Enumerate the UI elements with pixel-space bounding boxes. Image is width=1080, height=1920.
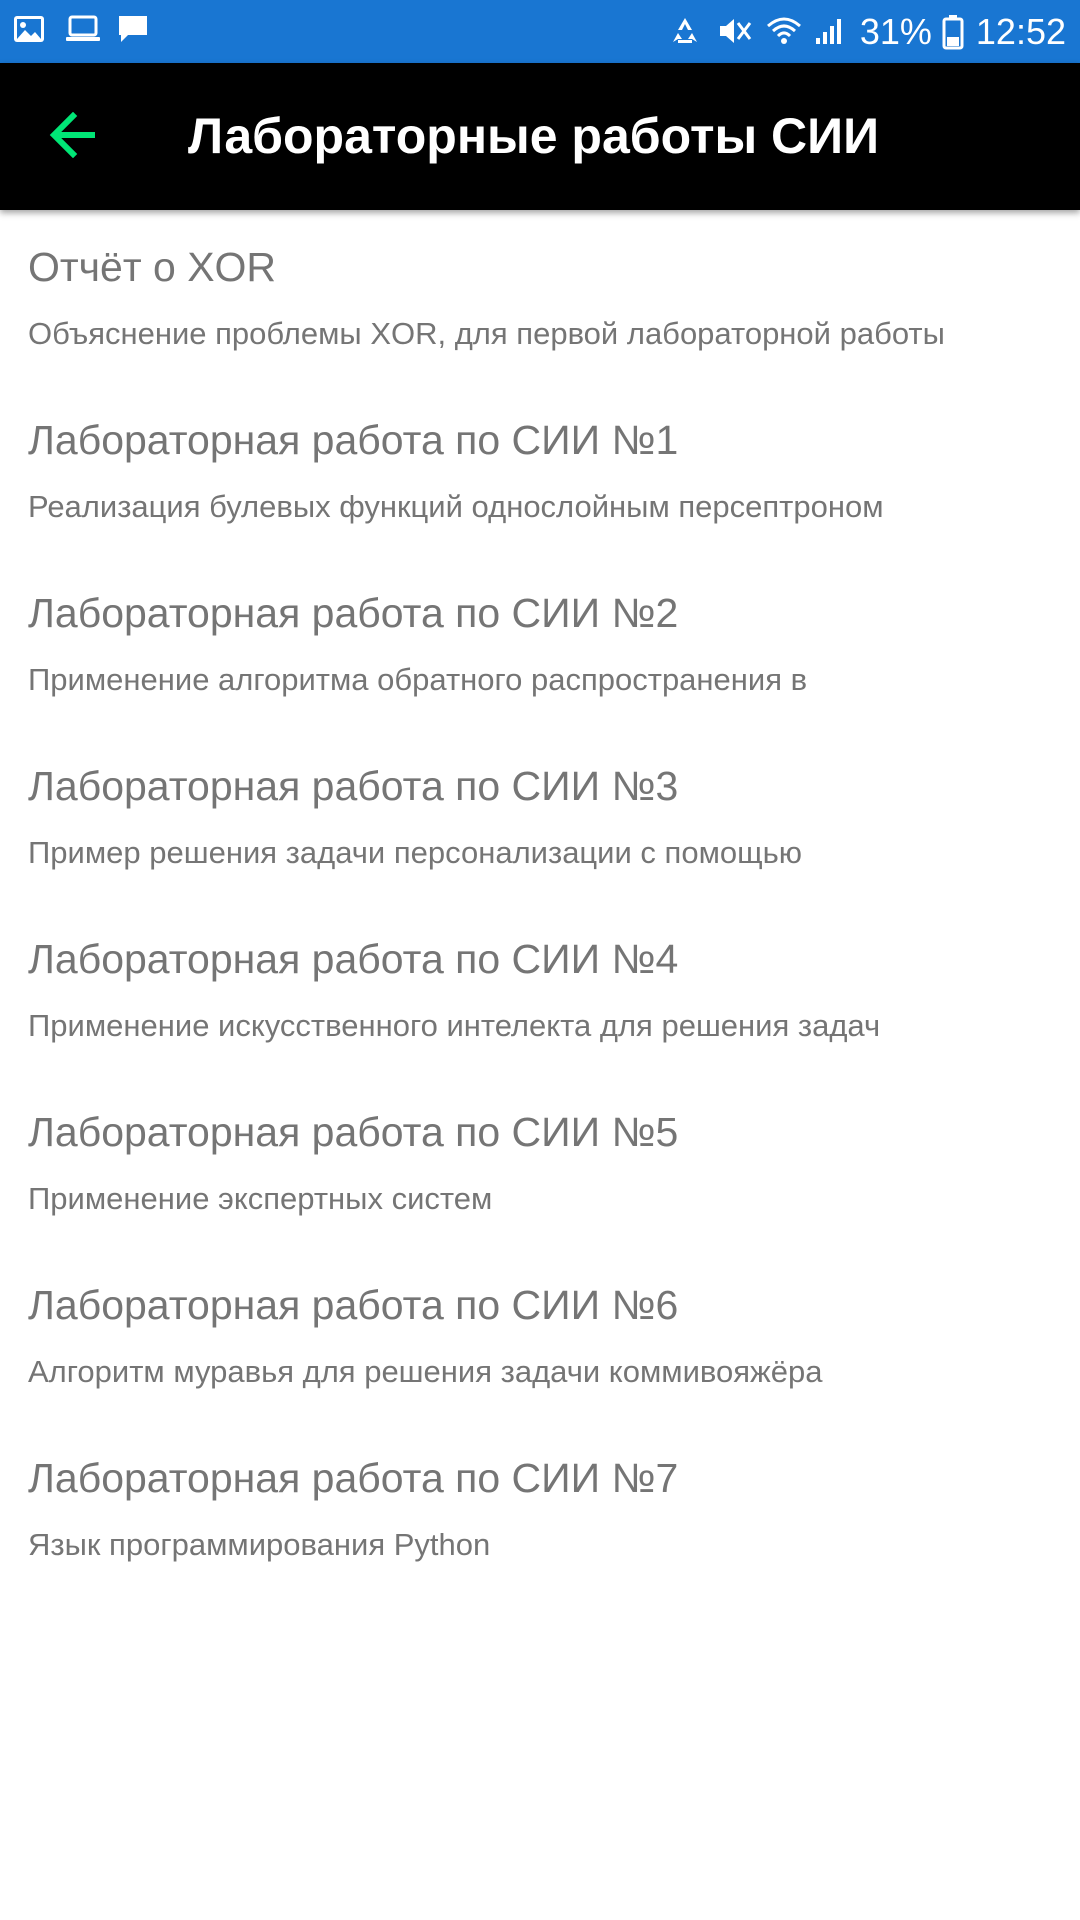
list-item-lab-7[interactable]: Лабораторная работа по СИИ №7 Язык прогр… xyxy=(0,1421,1080,1594)
message-icon xyxy=(116,12,154,48)
notification-icons xyxy=(12,12,154,48)
item-title: Лабораторная работа по СИИ №5 xyxy=(28,1109,679,1155)
item-subtitle: Пример решения задачи персонализации с п… xyxy=(28,835,803,870)
item-subtitle: Реализация булевых функций однослойным п… xyxy=(28,489,884,524)
toolbar: Лабораторные работы СИИ xyxy=(0,63,1080,210)
list-item-lab-6[interactable]: Лабораторная работа по СИИ №6 Алгоритм м… xyxy=(0,1248,1080,1421)
item-title: Лабораторная работа по СИИ №2 xyxy=(28,590,679,636)
battery-icon xyxy=(942,14,966,50)
item-title: Лабораторная работа по СИИ №7 xyxy=(28,1455,679,1501)
laptop-icon xyxy=(64,12,102,48)
gallery-icon xyxy=(12,12,50,48)
system-icons: 31% 12:52 xyxy=(668,8,1066,56)
item-subtitle: Применение алгоритма обратного распростр… xyxy=(28,662,808,697)
item-title: Лабораторная работа по СИИ №6 xyxy=(28,1282,679,1328)
list-item-lab-5[interactable]: Лабораторная работа по СИИ №5 Применение… xyxy=(0,1075,1080,1248)
item-subtitle: Объяснение проблемы XOR, для первой лабо… xyxy=(28,316,945,351)
mute-icon xyxy=(716,14,754,50)
item-title: Лабораторная работа по СИИ №1 xyxy=(28,417,679,463)
item-subtitle: Алгоритм муравья для решения задачи комм… xyxy=(28,1354,823,1389)
back-button[interactable] xyxy=(34,97,114,177)
status-bar: 31% 12:52 xyxy=(0,0,1080,63)
item-subtitle: Язык программирования Python xyxy=(28,1527,491,1562)
item-title: Лабораторная работа по СИИ №3 xyxy=(28,763,679,809)
item-title: Лабораторная работа по СИИ №4 xyxy=(28,936,679,982)
page-title: Лабораторные работы СИИ xyxy=(188,108,880,164)
signal-icon xyxy=(812,14,850,50)
list-item-lab-1[interactable]: Лабораторная работа по СИИ №1 Реализация… xyxy=(0,383,1080,556)
list-item-lab-2[interactable]: Лабораторная работа по СИИ №2 Применение… xyxy=(0,556,1080,729)
lab-list: Отчёт о XOR Объяснение проблемы XOR, для… xyxy=(0,210,1080,1594)
item-subtitle: Применение искусственного интелекта для … xyxy=(28,1008,881,1043)
list-item-lab-4[interactable]: Лабораторная работа по СИИ №4 Применение… xyxy=(0,902,1080,1075)
arrow-left-icon xyxy=(49,111,99,163)
wifi-icon xyxy=(764,14,802,50)
item-subtitle: Применение экспертных систем xyxy=(28,1181,493,1216)
clock: 12:52 xyxy=(975,11,1066,52)
item-title: Отчёт о XOR xyxy=(28,244,277,290)
list-item-xor-report[interactable]: Отчёт о XOR Объяснение проблемы XOR, для… xyxy=(0,210,1080,383)
recycle-icon xyxy=(668,14,706,50)
list-item-lab-3[interactable]: Лабораторная работа по СИИ №3 Пример реш… xyxy=(0,729,1080,902)
battery-percent: 31% xyxy=(859,11,932,52)
